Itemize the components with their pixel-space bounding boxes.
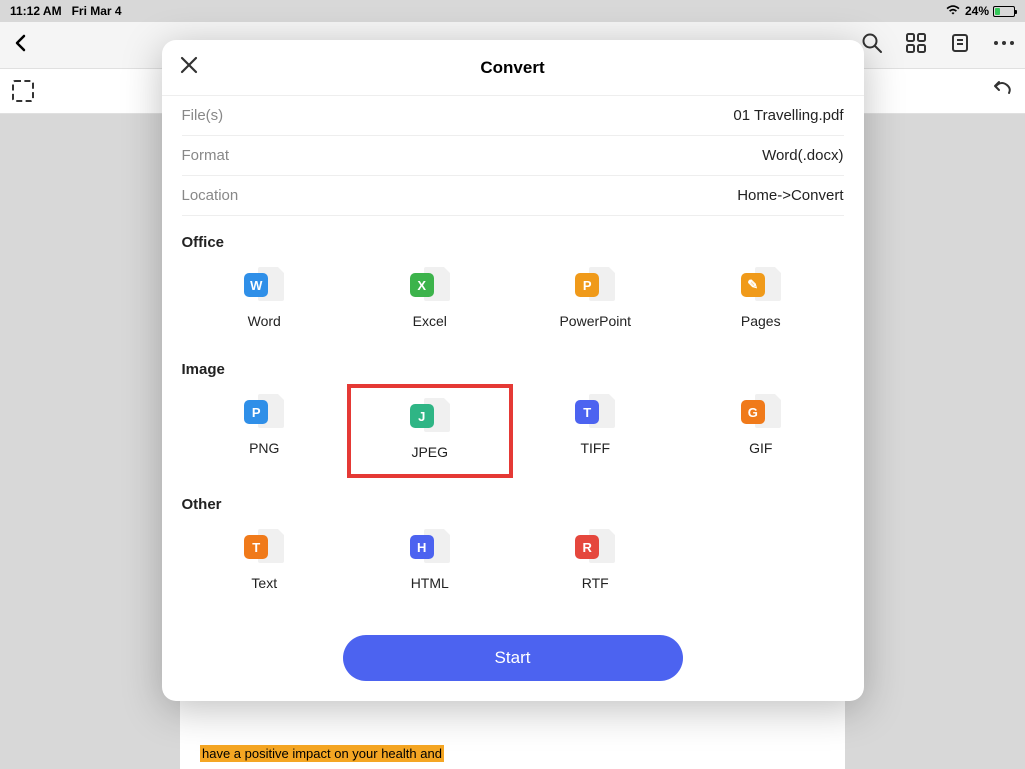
format-powerpoint[interactable]: P PowerPoint bbox=[513, 257, 679, 343]
section-image-title: Image bbox=[162, 343, 864, 384]
format-tiff[interactable]: T TIFF bbox=[513, 384, 679, 478]
format-word[interactable]: W Word bbox=[182, 257, 348, 343]
image-grid: P PNG J JPEG T TIFF G GIF bbox=[162, 384, 864, 478]
other-grid: T Text H HTML R RTF bbox=[162, 519, 864, 605]
format-label: Word bbox=[248, 313, 281, 329]
location-label: Location bbox=[182, 187, 239, 204]
tiff-icon: T bbox=[575, 392, 615, 432]
files-label: File(s) bbox=[182, 107, 224, 124]
format-value: Word(.docx) bbox=[762, 147, 843, 164]
files-value: 01 Travelling.pdf bbox=[733, 107, 843, 124]
format-png[interactable]: P PNG bbox=[182, 384, 348, 478]
format-label: Pages bbox=[741, 313, 781, 329]
toolbar-right-icons bbox=[861, 32, 1015, 54]
format-label: TIFF bbox=[580, 440, 610, 456]
more-icon[interactable] bbox=[993, 32, 1015, 54]
files-row[interactable]: File(s) 01 Travelling.pdf bbox=[182, 96, 844, 136]
status-bar: 11:12 AM Fri Mar 4 24% bbox=[0, 0, 1025, 22]
section-other-title: Other bbox=[162, 478, 864, 519]
format-label: Format bbox=[182, 147, 230, 164]
excel-icon: X bbox=[410, 265, 450, 305]
battery-icon bbox=[993, 6, 1015, 17]
rtf-icon: R bbox=[575, 527, 615, 567]
format-pages[interactable]: ✎ Pages bbox=[678, 257, 844, 343]
document-highlight-text: have a positive impact on your health an… bbox=[200, 745, 444, 762]
section-office-title: Office bbox=[162, 216, 864, 257]
format-label: PowerPoint bbox=[559, 313, 631, 329]
format-label: PNG bbox=[249, 440, 279, 456]
back-button[interactable] bbox=[12, 32, 30, 58]
format-label: Excel bbox=[413, 313, 447, 329]
format-label: RTF bbox=[582, 575, 609, 591]
status-time: 11:12 AM bbox=[10, 4, 62, 18]
format-jpeg[interactable]: J JPEG bbox=[347, 384, 513, 478]
format-gif[interactable]: G GIF bbox=[678, 384, 844, 478]
text-icon: T bbox=[244, 527, 284, 567]
format-label: Text bbox=[251, 575, 277, 591]
status-date: Fri Mar 4 bbox=[72, 4, 122, 18]
crop-icon[interactable] bbox=[12, 80, 34, 102]
format-rtf[interactable]: R RTF bbox=[513, 519, 679, 605]
html-icon: H bbox=[410, 527, 450, 567]
close-button[interactable] bbox=[180, 56, 198, 80]
battery-pct: 24% bbox=[965, 4, 989, 18]
format-label: HTML bbox=[411, 575, 449, 591]
gif-icon: G bbox=[741, 392, 781, 432]
bookmark-icon[interactable] bbox=[949, 32, 971, 54]
format-label: JPEG bbox=[411, 444, 448, 460]
location-row[interactable]: Location Home->Convert bbox=[182, 176, 844, 216]
format-html[interactable]: H HTML bbox=[347, 519, 513, 605]
undo-icon[interactable] bbox=[991, 77, 1013, 105]
format-excel[interactable]: X Excel bbox=[347, 257, 513, 343]
search-icon[interactable] bbox=[861, 32, 883, 54]
jpeg-icon: J bbox=[410, 396, 450, 436]
pages-icon: ✎ bbox=[741, 265, 781, 305]
format-text[interactable]: T Text bbox=[182, 519, 348, 605]
wifi-icon bbox=[945, 4, 961, 18]
png-icon: P bbox=[244, 392, 284, 432]
modal-header: Convert bbox=[162, 40, 864, 96]
grid-icon[interactable] bbox=[905, 32, 927, 54]
start-button[interactable]: Start bbox=[343, 635, 683, 681]
modal-title: Convert bbox=[480, 58, 544, 78]
format-row[interactable]: Format Word(.docx) bbox=[182, 136, 844, 176]
convert-modal: Convert File(s) 01 Travelling.pdf Format… bbox=[162, 40, 864, 701]
location-value: Home->Convert bbox=[737, 187, 843, 204]
word-icon: W bbox=[244, 265, 284, 305]
office-grid: W Word X Excel P PowerPoint ✎ Pages bbox=[162, 257, 864, 343]
format-label: GIF bbox=[749, 440, 772, 456]
powerpoint-icon: P bbox=[575, 265, 615, 305]
